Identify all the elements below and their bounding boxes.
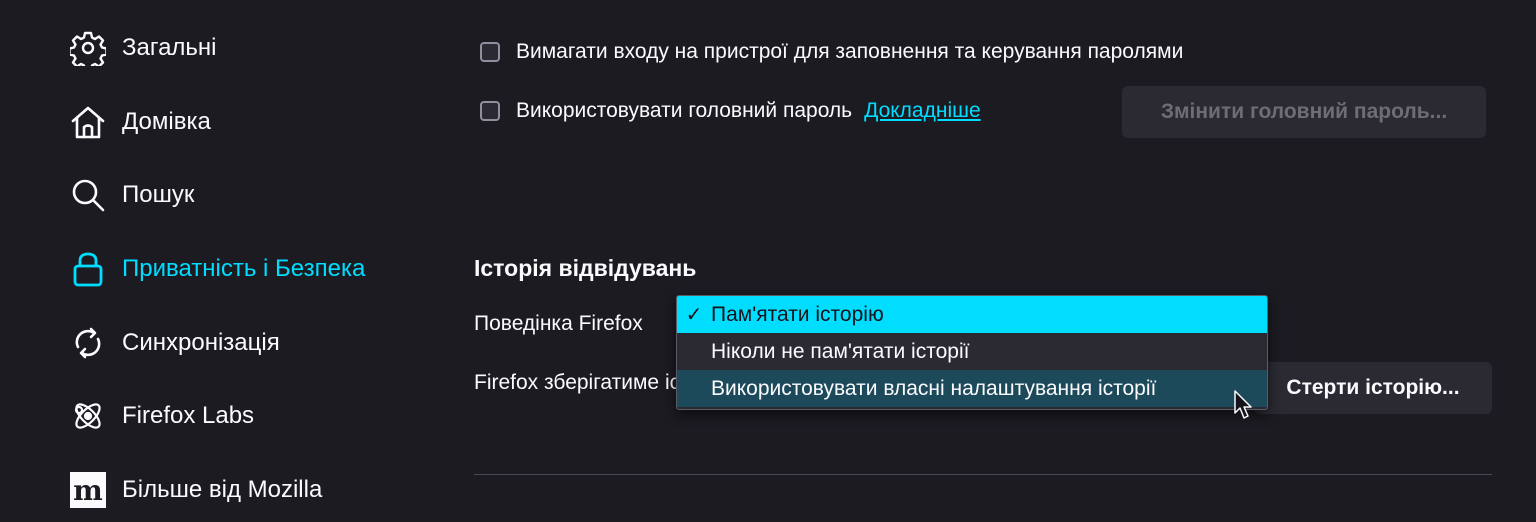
option-label: Ніколи не пам'ятати історії <box>711 339 970 363</box>
atom-icon <box>70 398 106 434</box>
sidebar-item-label: Домівка <box>122 108 211 135</box>
use-primary-password-label[interactable]: Використовувати головний пароль <box>516 99 852 123</box>
require-device-signin-checkbox[interactable] <box>480 42 500 62</box>
history-option-remember[interactable]: ✓ Пам'ятати історію <box>677 296 1267 333</box>
sidebar-item-sync[interactable]: Синхронізація <box>70 323 280 363</box>
home-icon <box>70 104 106 140</box>
sidebar-item-label: Синхронізація <box>122 329 280 356</box>
learn-more-link[interactable]: Докладніше <box>864 99 981 123</box>
use-primary-password-checkbox[interactable] <box>480 101 500 121</box>
checkmark-icon: ✓ <box>685 304 703 326</box>
require-device-signin-label[interactable]: Вимагати входу на пристрої для заповненн… <box>516 40 1183 64</box>
mozilla-logo-icon: m <box>70 472 106 508</box>
sidebar-item-label: Більше від Mozilla <box>122 476 323 503</box>
section-divider <box>474 474 1492 475</box>
history-option-never-remember[interactable]: Ніколи не пам'ятати історії <box>677 333 1267 370</box>
require-device-signin-row: Вимагати входу на пристрої для заповненн… <box>480 37 1183 67</box>
sidebar: Загальні Домівка Пошук Приватність і Без… <box>0 0 440 522</box>
sidebar-item-general[interactable]: Загальні <box>70 28 217 68</box>
lock-icon <box>70 251 106 287</box>
change-primary-password-button: Змінити головний пароль... <box>1122 86 1486 138</box>
search-icon <box>70 177 106 213</box>
svg-text:m: m <box>73 474 103 507</box>
sync-icon <box>70 325 106 361</box>
clear-history-button[interactable]: Стерти історію... <box>1254 362 1492 414</box>
sidebar-item-label: Приватність і Безпека <box>122 255 366 282</box>
sidebar-item-label: Загальні <box>122 34 217 61</box>
history-heading: Історія відвідувань <box>474 255 697 281</box>
mouse-cursor-icon <box>1234 390 1252 419</box>
option-label: Використовувати власні налаштування істо… <box>711 376 1157 400</box>
history-behavior-label: Поведінка Firefox <box>474 312 643 335</box>
use-primary-password-row: Використовувати головний пароль Докладні… <box>480 96 981 126</box>
sidebar-item-search[interactable]: Пошук <box>70 175 194 215</box>
history-mode-dropdown[interactable]: ✓ Пам'ятати історію Ніколи не пам'ятати … <box>676 295 1268 410</box>
gear-icon <box>70 30 106 66</box>
sidebar-item-privacy-security[interactable]: Приватність і Безпека <box>70 249 365 289</box>
sidebar-item-home[interactable]: Домівка <box>70 102 211 142</box>
sidebar-item-more-from-mozilla[interactable]: m Більше від Mozilla <box>70 470 322 510</box>
sidebar-item-label: Firefox Labs <box>122 402 255 429</box>
sidebar-item-firefox-labs[interactable]: Firefox Labs <box>70 396 254 436</box>
sidebar-item-label: Пошук <box>122 181 195 208</box>
history-option-custom-settings[interactable]: Використовувати власні налаштування істо… <box>677 370 1267 407</box>
option-label: Пам'ятати історію <box>711 302 884 326</box>
